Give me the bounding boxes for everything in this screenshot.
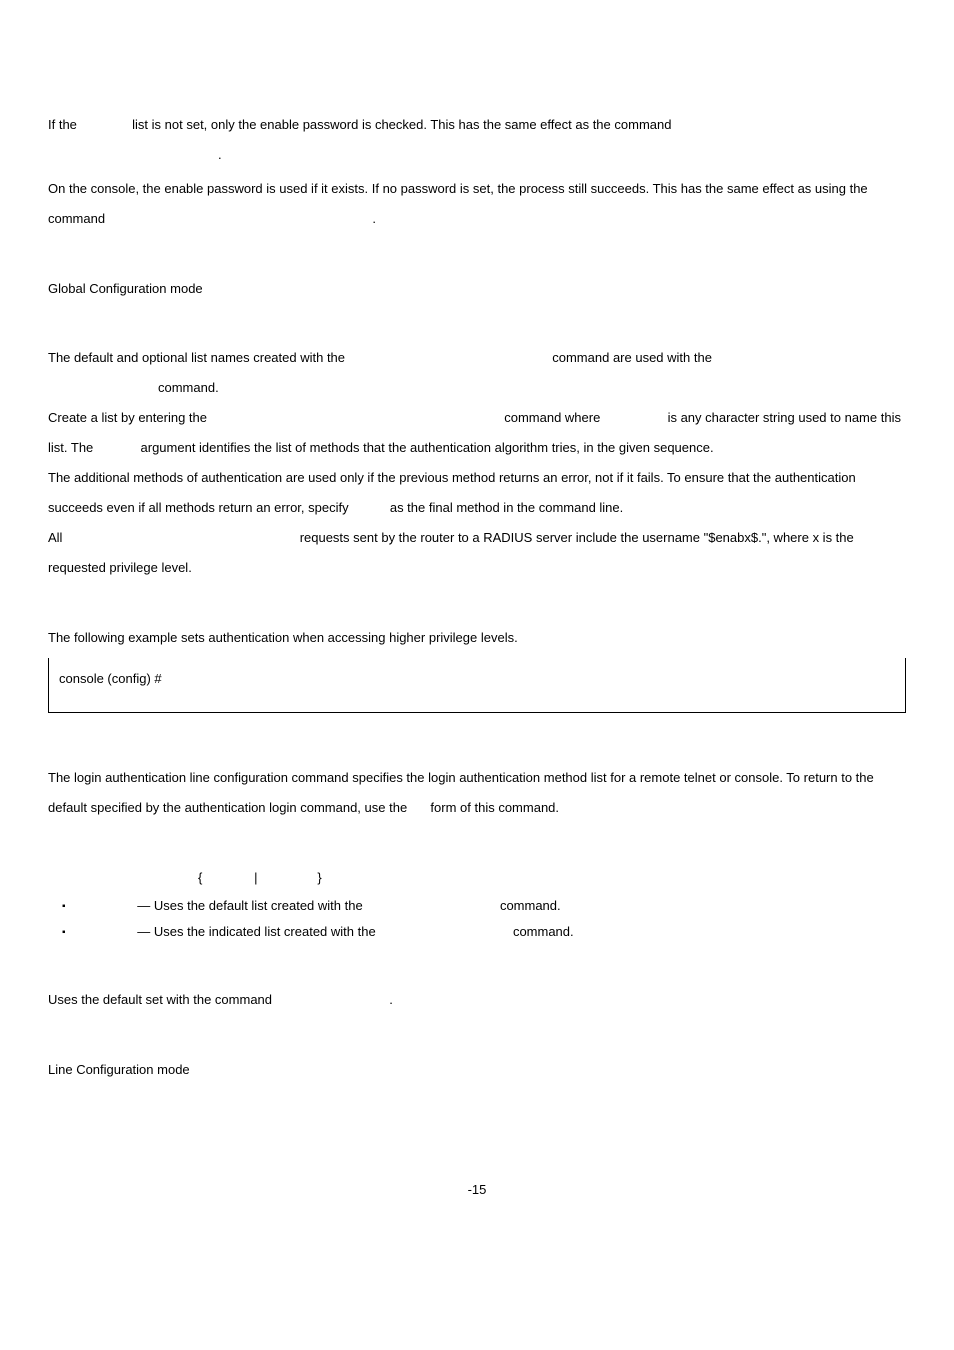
body-text: Create a list by entering the command wh…: [48, 403, 906, 463]
body-text: All requests sent by the router to a RAD…: [48, 523, 906, 583]
text: command.: [500, 898, 561, 913]
text: .: [372, 211, 376, 226]
brace-close: }: [317, 870, 322, 885]
text: .: [389, 992, 393, 1007]
text: On the console, the enable password is u…: [48, 181, 868, 226]
text: All: [48, 530, 66, 545]
code-block: console (config) #: [48, 658, 906, 713]
text: command where: [504, 410, 604, 425]
body-text: .: [48, 140, 906, 170]
code-line: console (config) #: [59, 671, 162, 686]
list-item: — Uses the default list created with the…: [48, 893, 906, 919]
body-text: On the console, the enable password is u…: [48, 174, 906, 234]
syntax-line: { | }: [48, 863, 906, 893]
body-text: Uses the default set with the command .: [48, 985, 906, 1015]
text: .: [218, 147, 222, 162]
body-text: The login authentication line configurat…: [48, 763, 906, 823]
text: command.: [158, 380, 219, 395]
text: If the: [48, 117, 81, 132]
page-number: -15: [48, 1175, 906, 1205]
body-text: command.: [48, 373, 906, 403]
text: requests sent by the router to a RADIUS …: [48, 530, 854, 575]
text: Uses the default set with the command: [48, 992, 276, 1007]
text: argument identifies the list of methods …: [141, 440, 714, 455]
text: Create a list by entering the: [48, 410, 211, 425]
command-mode: Global Configuration mode: [48, 274, 906, 304]
command-mode: Line Configuration mode: [48, 1055, 906, 1085]
pipe: |: [254, 870, 258, 885]
text: form of this command.: [430, 800, 559, 815]
text: The default and optional list names crea…: [48, 350, 349, 365]
text: command.: [513, 924, 574, 939]
body-text: If the list is not set, only the enable …: [48, 110, 906, 140]
text: list is not set, only the enable passwor…: [132, 117, 671, 132]
example-intro: The following example sets authenticatio…: [48, 623, 906, 653]
text: — Uses the indicated list created with t…: [137, 924, 379, 939]
brace-open: {: [198, 870, 203, 885]
param-list: — Uses the default list created with the…: [48, 893, 906, 945]
body-text: The default and optional list names crea…: [48, 343, 906, 373]
list-item: — Uses the indicated list created with t…: [48, 919, 906, 945]
text: — Uses the default list created with the: [137, 898, 366, 913]
body-text: The additional methods of authentication…: [48, 463, 906, 523]
text: command are used with the: [552, 350, 712, 365]
text: as the final method in the command line.: [390, 500, 623, 515]
